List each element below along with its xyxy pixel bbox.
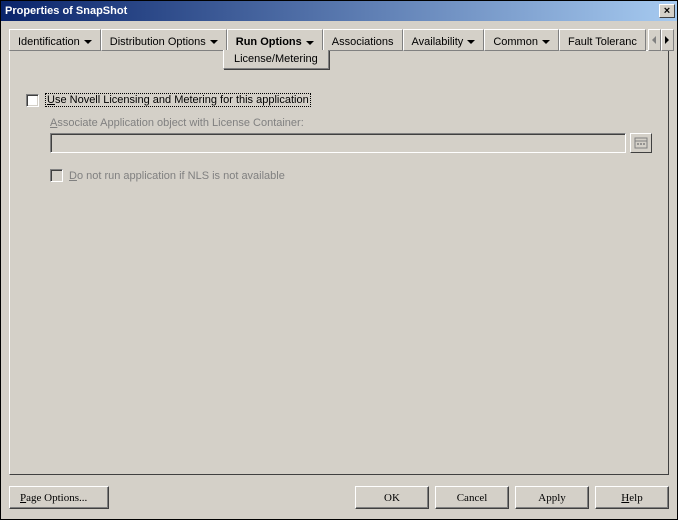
associate-label: Associate Application object with Licens… [50,117,652,129]
window-title: Properties of SnapShot [5,5,659,17]
tab-label: Distribution Options [110,36,206,48]
chevron-down-icon [210,40,218,44]
subtab-strip: License/Metering [9,50,669,69]
tab-fault-tolerance[interactable]: Fault Toleranc [559,29,646,51]
apply-button[interactable]: Apply [515,486,589,509]
ok-button[interactable]: OK [355,486,429,509]
associate-row [50,133,652,153]
license-container-input [50,133,626,153]
browse-button [630,133,652,153]
tab-identification[interactable]: Identification [9,29,101,51]
tab-distribution-options[interactable]: Distribution Options [101,29,227,51]
chevron-down-icon [306,41,314,45]
tab-scroll [648,29,674,51]
nls-row: Do not run application if NLS is not ava… [50,169,652,182]
page-options-button[interactable]: Page Options... [9,486,109,509]
use-novell-checkbox[interactable] [26,94,39,107]
chevron-left-icon [652,36,656,44]
close-icon: × [664,6,670,17]
cancel-button[interactable]: Cancel [435,486,509,509]
nls-label: Do not run application if NLS is not ava… [69,170,285,182]
chevron-down-icon [467,40,475,44]
chevron-down-icon [84,40,92,44]
panel-license-metering: Use Novell Licensing and Metering for th… [9,50,669,475]
license-subgroup: Associate Application object with Licens… [50,117,652,182]
tab-label: Associations [332,36,394,48]
tab-label: Fault Toleranc [568,36,637,48]
tab-strip: Identification Distribution Options Run … [9,29,669,51]
titlebar: Properties of SnapShot × [1,1,677,21]
properties-dialog: Properties of SnapShot × Identification … [0,0,678,520]
tab-scroll-right[interactable] [661,29,674,51]
browse-icon [634,137,648,149]
tab-label: Run Options [236,36,302,48]
tab-associations[interactable]: Associations [323,29,403,51]
subtab-label: License/Metering [234,53,318,65]
close-button[interactable]: × [659,4,675,18]
chevron-down-icon [542,40,550,44]
use-novell-row: Use Novell Licensing and Metering for th… [26,93,652,107]
help-button[interactable]: Help [595,486,669,509]
tab-availability[interactable]: Availability [403,29,485,51]
subtab-license-metering[interactable]: License/Metering [223,50,329,69]
tab-common[interactable]: Common [484,29,559,51]
tab-label: Identification [18,36,80,48]
tab-run-options[interactable]: Run Options [227,29,323,52]
tab-label: Availability [412,36,464,48]
dialog-footer: Page Options... OK Cancel Apply Help [9,486,669,509]
tab-label: Common [493,36,538,48]
use-novell-label[interactable]: Use Novell Licensing and Metering for th… [45,93,311,107]
chevron-right-icon [665,36,669,44]
dialog-body: Identification Distribution Options Run … [1,21,677,519]
nls-checkbox [50,169,63,182]
tab-scroll-left[interactable] [648,29,661,51]
